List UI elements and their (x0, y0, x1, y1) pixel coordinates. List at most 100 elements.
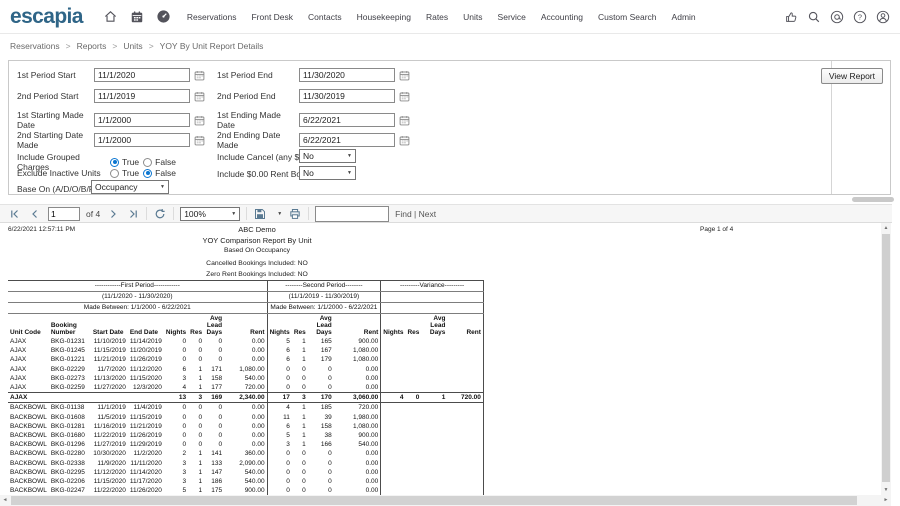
column-header-row: Unit Code Booking Number Start Date End Dat… (8, 313, 484, 337)
scroll-down-icon[interactable]: ▼ (881, 485, 891, 495)
base-on-select[interactable]: Occupancy ▼ (91, 180, 169, 194)
report-cell: 900.00 (333, 337, 382, 347)
nav-item-rates[interactable]: Rates (426, 12, 448, 22)
nav-item-service[interactable]: Service (498, 12, 526, 22)
report-cell: AJAX (10, 365, 27, 373)
breadcrumb-item[interactable]: Reports (77, 41, 107, 51)
scroll-left-icon[interactable]: ◄ (0, 495, 10, 505)
report-cell (381, 468, 406, 477)
param-field-input[interactable] (299, 68, 395, 82)
help-icon[interactable]: ? (853, 10, 867, 24)
nav-item-accounting[interactable]: Accounting (541, 12, 583, 22)
next-page-button[interactable] (106, 207, 120, 221)
nav-item-contacts[interactable]: Contacts (308, 12, 342, 22)
zoom-select[interactable]: 100% ▼ (180, 206, 241, 221)
scrollbar-thumb[interactable] (11, 496, 857, 505)
report-cell: 0 (405, 392, 422, 404)
report-cell: 11/14/2020 (129, 468, 162, 476)
report-cell: 11/12/2020 (129, 365, 162, 373)
print-icon[interactable] (288, 207, 302, 221)
scrollbar-thumb[interactable] (882, 234, 890, 482)
grouped-charges-false-radio[interactable] (143, 157, 153, 167)
account-icon[interactable] (876, 10, 890, 24)
grouped-charges-true-radio[interactable] (110, 157, 119, 167)
view-report-button[interactable]: View Report (820, 68, 883, 84)
report-cell (447, 486, 484, 495)
include-cancel-select[interactable]: No ▼ (299, 149, 356, 163)
chevron-down-icon: ▼ (347, 153, 352, 159)
svg-text:?: ? (858, 12, 862, 21)
scroll-right-icon[interactable]: ► (881, 495, 891, 505)
report-cell (405, 403, 421, 413)
nav-item-reservations[interactable]: Reservations (187, 12, 237, 22)
report-cell: 5 (286, 432, 290, 440)
breadcrumb-item[interactable]: YOY By Unit Report Details (160, 41, 264, 51)
report-cell: 39 (324, 413, 332, 421)
feedback-icon[interactable] (784, 10, 798, 24)
report-cell: 720.00 (224, 383, 268, 393)
find-next-link[interactable]: Find | Next (395, 209, 436, 219)
param-field-input[interactable] (94, 113, 190, 127)
calendar-icon[interactable] (399, 135, 410, 146)
scroll-up-icon[interactable]: ▲ (881, 223, 891, 233)
report-parameters-panel: 1st Period Start 1st Period End 2nd Period… (8, 60, 891, 195)
nav-item-front-desk[interactable]: Front Desk (251, 12, 293, 22)
inactive-units-true-radio[interactable] (110, 168, 119, 178)
report-header: ABC Demo YOY Comparison Report By Unit B… (0, 225, 514, 280)
group-range-row: (11/1/2020 - 11/30/2020) (11/1/2019 - 11/… (8, 291, 484, 303)
search-icon[interactable] (807, 10, 821, 24)
find-input[interactable] (315, 205, 390, 222)
report-cell: 0 (328, 487, 332, 495)
report-cell (381, 337, 406, 346)
first-page-button[interactable] (8, 207, 22, 221)
chevron-down-icon: ▼ (231, 210, 237, 217)
dashboard-icon[interactable] (156, 9, 171, 24)
param-field-input[interactable] (94, 133, 190, 147)
page-number-input[interactable] (48, 206, 80, 221)
nav-item-housekeeping[interactable]: Housekeeping (357, 12, 411, 22)
calendar-icon[interactable] (194, 115, 205, 126)
report-cell: 0 (286, 487, 290, 495)
scrollbar-thumb[interactable] (852, 197, 894, 202)
calendar-icon[interactable] (399, 70, 410, 81)
inactive-units-false-radio[interactable] (143, 168, 153, 178)
report-cell: 1 (421, 392, 448, 404)
report-cell: 169 (204, 392, 225, 404)
refresh-icon[interactable] (153, 207, 167, 221)
report-cell: 3 (291, 392, 308, 404)
calendar-icon[interactable] (399, 91, 410, 102)
breadcrumb-item[interactable]: Units (123, 41, 142, 51)
include-zero-rent-select[interactable]: No ▼ (299, 166, 356, 180)
report-cell (447, 440, 484, 450)
param-field-label: 1st Ending Made Date (217, 110, 281, 130)
calendar-icon[interactable] (194, 135, 205, 146)
table-row: AJAX BKG-02259 11/27/2020 12/3/2020 4 1 177 720… (8, 383, 484, 393)
breadcrumb-item[interactable]: Reservations (10, 41, 60, 51)
chevron-down-icon[interactable]: ▼ (277, 211, 282, 217)
param-field-input[interactable] (299, 89, 395, 103)
param-field-input[interactable] (94, 89, 190, 103)
export-icon[interactable] (253, 207, 267, 221)
home-icon[interactable] (103, 9, 118, 24)
calendar-icon[interactable] (194, 91, 205, 102)
calendar-icon[interactable] (194, 70, 205, 81)
table-row: BACKBOWL BKG-02206 11/15/2020 11/17/2020 3 1 1… (8, 477, 484, 487)
calendar-icon[interactable] (130, 10, 144, 24)
param-field-input[interactable] (94, 68, 190, 82)
calendar-icon[interactable] (399, 115, 410, 126)
prev-page-button[interactable] (28, 207, 42, 221)
nav-item-custom-search[interactable]: Custom Search (598, 12, 657, 22)
report-viewer-toolbar: of 4 100% ▼ ▼ Find | Next (0, 204, 892, 223)
last-page-button[interactable] (126, 207, 140, 221)
report-cell: AJAX (10, 356, 27, 364)
support-icon[interactable] (830, 10, 844, 24)
report-cell: 11/26/2019 (129, 432, 162, 440)
report-content: 6/22/2021 12:57:11 PM ABC Demo YOY Compa… (0, 223, 881, 495)
table-row: BACKBOWL BKG-01138 11/1/2019 11/4/2019 0 0 0 0.… (8, 402, 484, 413)
nav-item-admin[interactable]: Admin (672, 12, 696, 22)
report-cell: 1 (302, 404, 306, 412)
nav-item-units[interactable]: Units (463, 12, 482, 22)
param-field-input[interactable] (299, 133, 395, 147)
report-cell (381, 459, 406, 468)
param-field-input[interactable] (299, 113, 395, 127)
